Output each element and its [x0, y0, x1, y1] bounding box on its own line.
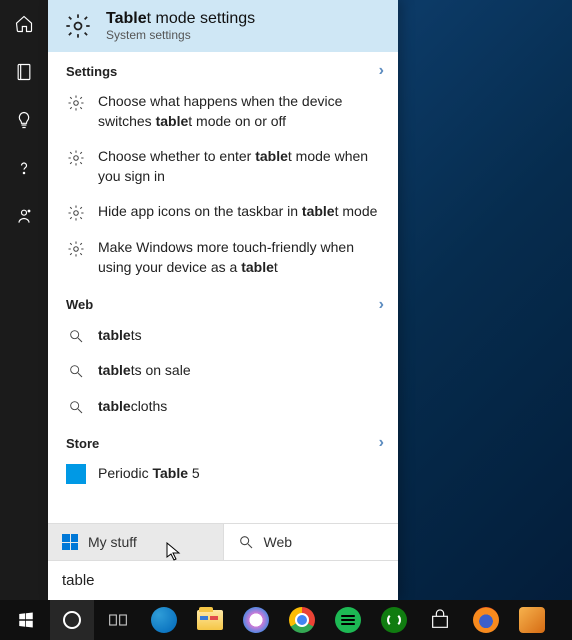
search-icon — [66, 328, 86, 344]
taskbar — [0, 600, 572, 640]
search-results-panel: Tablet mode settings System settings Set… — [48, 0, 398, 600]
app-tile-icon — [66, 464, 86, 484]
settings-result[interactable]: Choose whether to enter tablet mode when… — [48, 139, 398, 194]
cortana-ring-icon — [63, 611, 81, 629]
store-result[interactable]: Periodic Table 5 — [48, 456, 398, 492]
web-result[interactable]: tablets — [48, 318, 398, 354]
rail-help-icon[interactable] — [0, 144, 48, 192]
store-icon — [429, 609, 451, 631]
app-icon — [519, 607, 545, 633]
search-box[interactable] — [48, 560, 398, 600]
section-store-label: Store — [66, 436, 99, 451]
rail-lightbulb-icon[interactable] — [0, 96, 48, 144]
settings-result[interactable]: Choose what happens when the device swit… — [48, 84, 398, 139]
filter-web[interactable]: Web — [223, 524, 399, 560]
settings-result[interactable]: Hide app icons on the taskbar in tablet … — [48, 194, 398, 230]
gear-icon — [62, 10, 94, 42]
best-match-subtitle: System settings — [106, 28, 255, 42]
result-text: Choose what happens when the device swit… — [98, 92, 384, 131]
web-result[interactable]: tablecloths — [48, 389, 398, 425]
web-result[interactable]: tablets on sale — [48, 353, 398, 389]
section-web-label: Web — [66, 297, 93, 312]
web-results: tablets tablets on sale tablecloths — [48, 318, 398, 425]
taskbar-itunes[interactable] — [234, 600, 278, 640]
best-match-title: Tablet mode settings — [106, 10, 255, 28]
section-settings-label: Settings — [66, 64, 117, 79]
filter-row: My stuff Web — [48, 523, 398, 560]
result-text: tablecloths — [98, 397, 167, 417]
taskbar-chrome[interactable] — [280, 600, 324, 640]
best-match-result[interactable]: Tablet mode settings System settings — [48, 0, 398, 52]
result-text: Periodic Table 5 — [98, 464, 200, 484]
result-text: Choose whether to enter tablet mode when… — [98, 147, 384, 186]
rail-home-icon[interactable] — [0, 0, 48, 48]
task-view-button[interactable] — [96, 600, 140, 640]
result-text: tablets on sale — [98, 361, 191, 381]
chevron-right-icon: › — [379, 62, 384, 80]
chevron-right-icon: › — [379, 434, 384, 452]
filter-my-stuff-label: My stuff — [88, 534, 137, 550]
taskbar-spotify[interactable] — [326, 600, 370, 640]
firefox-icon — [473, 607, 499, 633]
cortana-rail — [0, 0, 48, 600]
gear-icon — [66, 240, 86, 258]
taskbar-edge[interactable] — [142, 600, 186, 640]
settings-result[interactable]: Make Windows more touch-friendly when us… — [48, 230, 398, 285]
section-store-header[interactable]: Store › — [48, 424, 398, 456]
section-web-header[interactable]: Web › — [48, 286, 398, 318]
taskbar-app[interactable] — [510, 600, 554, 640]
section-settings-header[interactable]: Settings › — [48, 52, 398, 84]
spotify-icon — [335, 607, 361, 633]
result-text: Hide app icons on the taskbar in tablet … — [98, 202, 377, 222]
filter-web-label: Web — [264, 534, 293, 550]
start-button[interactable] — [4, 600, 48, 640]
taskbar-firefox[interactable] — [464, 600, 508, 640]
itunes-icon — [243, 607, 269, 633]
gear-icon — [66, 149, 86, 167]
search-icon — [238, 534, 254, 550]
rail-notebook-icon[interactable] — [0, 48, 48, 96]
rail-feedback-icon[interactable] — [0, 192, 48, 240]
taskbar-store[interactable] — [418, 600, 462, 640]
chrome-icon — [289, 607, 315, 633]
result-text: Make Windows more touch-friendly when us… — [98, 238, 384, 277]
cortana-button[interactable] — [50, 600, 94, 640]
chevron-right-icon: › — [379, 296, 384, 314]
edge-icon — [151, 607, 177, 633]
filter-my-stuff[interactable]: My stuff — [48, 524, 223, 560]
gear-icon — [66, 204, 86, 222]
search-icon — [66, 363, 86, 379]
result-text: tablets — [98, 326, 142, 346]
folder-icon — [197, 610, 223, 630]
search-icon — [66, 399, 86, 415]
xbox-icon — [381, 607, 407, 633]
taskbar-xbox[interactable] — [372, 600, 416, 640]
windows-icon — [62, 534, 78, 550]
search-input[interactable] — [62, 572, 384, 589]
settings-results: Choose what happens when the device swit… — [48, 84, 398, 286]
store-results: Periodic Table 5 — [48, 456, 398, 492]
taskbar-file-explorer[interactable] — [188, 600, 232, 640]
gear-icon — [66, 94, 86, 112]
